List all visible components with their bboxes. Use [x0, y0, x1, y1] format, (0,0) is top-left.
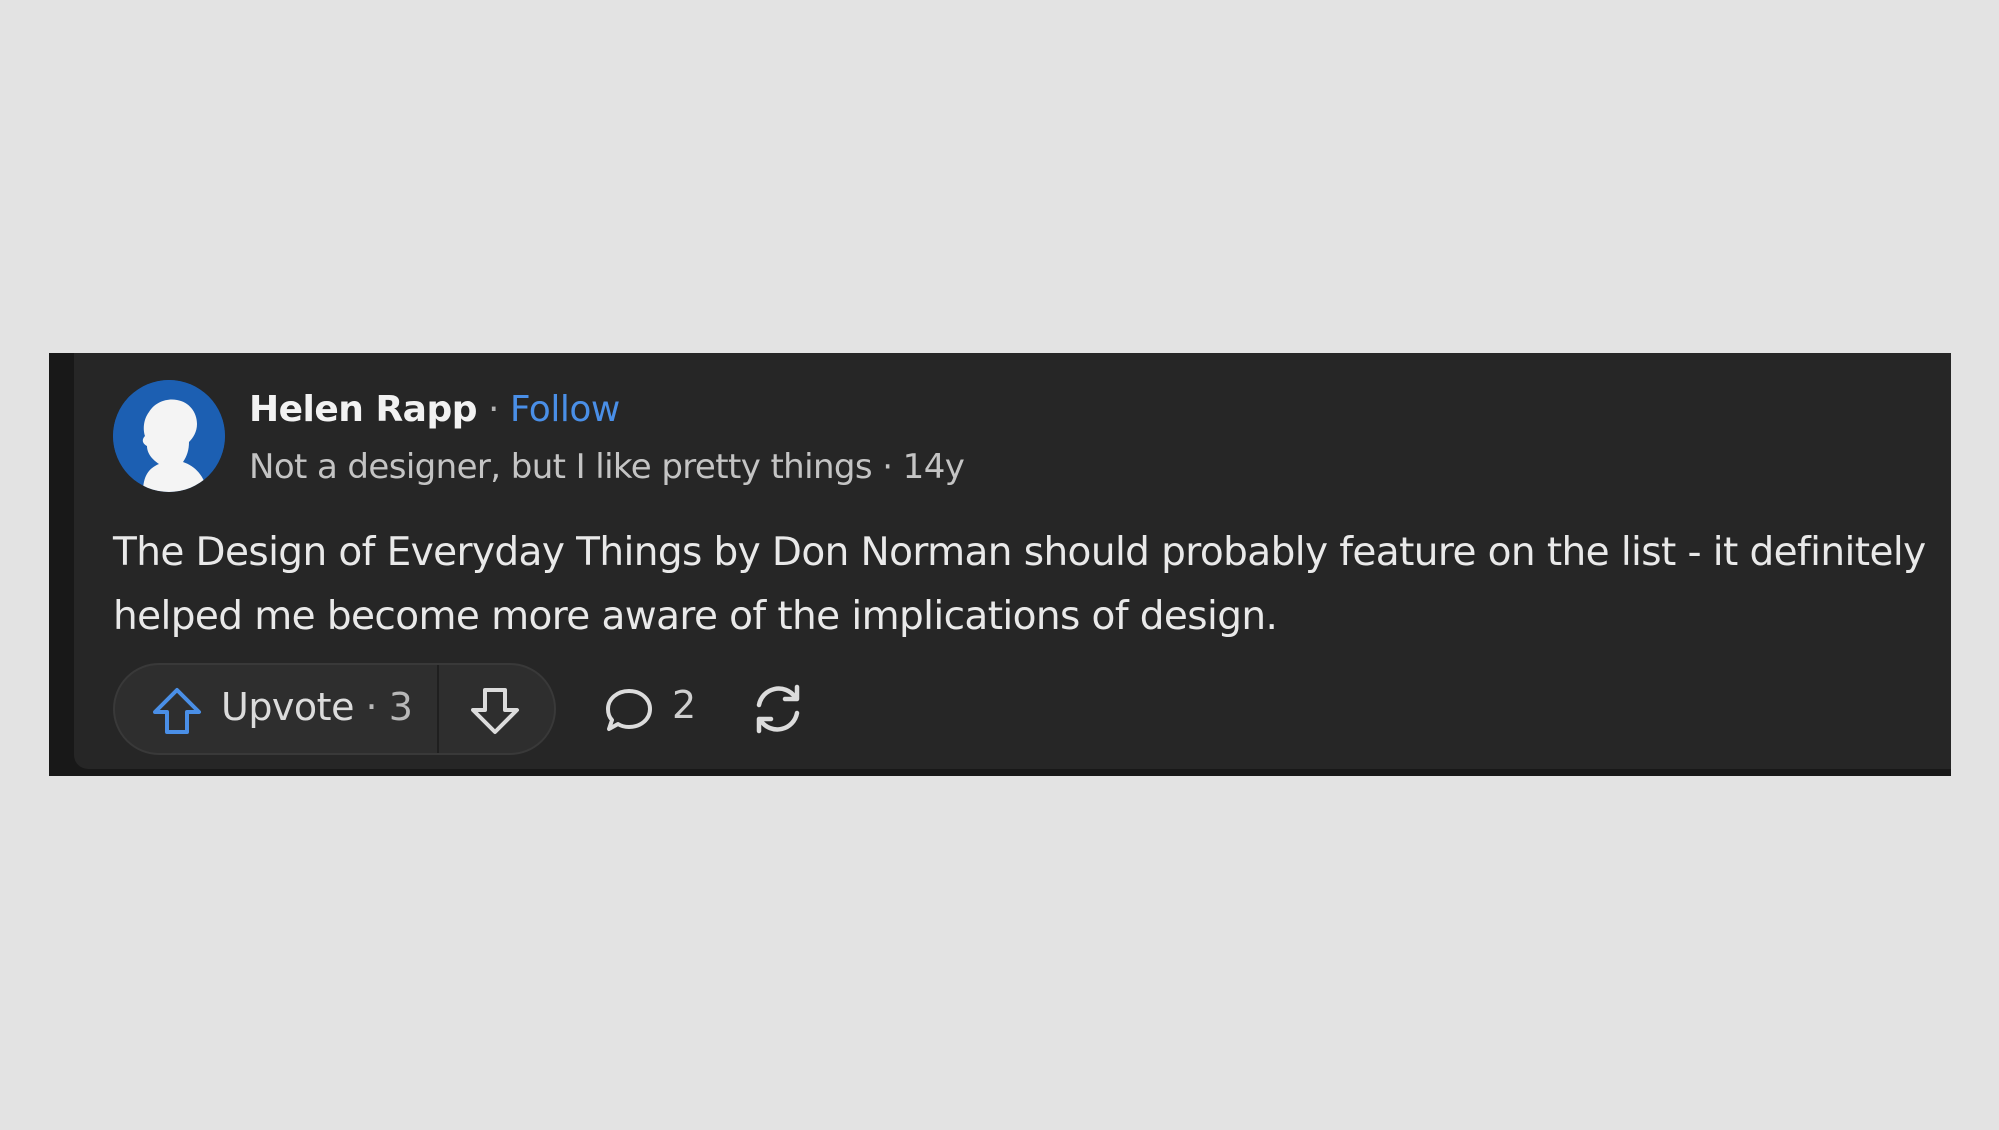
upvote-button[interactable]: Upvote · 3 [115, 665, 437, 753]
speech-bubble-icon [606, 689, 652, 731]
share-cycle-icon[interactable] [749, 681, 807, 737]
downvote-button[interactable] [439, 665, 554, 753]
answer-card: Helen Rapp · Follow Not a designer, but … [74, 353, 1951, 769]
name-separator: · [487, 389, 499, 430]
answer-card-frame: Helen Rapp · Follow Not a designer, but … [49, 353, 1951, 776]
upvote-label: Upvote [221, 685, 354, 729]
arrow-up-icon [153, 688, 201, 734]
silhouette-profile-icon [113, 380, 225, 492]
upvote-count: 3 [388, 685, 413, 729]
upvote-separator: · [365, 685, 378, 729]
author-avatar[interactable] [113, 380, 225, 492]
author-name-line: Helen Rapp · Follow [249, 389, 620, 430]
answer-text: The Design of Everyday Things by Don Nor… [113, 530, 1926, 639]
upvote-label-group: Upvote · 3 [221, 685, 413, 729]
answer-age[interactable]: 14y [903, 447, 965, 487]
author-name[interactable]: Helen Rapp [249, 389, 478, 430]
author-credential-line: Not a designer, but I like pretty things… [249, 447, 965, 487]
arrow-down-icon [471, 688, 519, 734]
author-credential: Not a designer, but I like pretty things [249, 447, 873, 487]
comments-button[interactable]: 2 [604, 671, 714, 747]
vote-group: Upvote · 3 [113, 663, 556, 755]
age-separator: · [882, 447, 893, 487]
comment-count: 2 [672, 683, 697, 727]
follow-link[interactable]: Follow [510, 389, 620, 430]
